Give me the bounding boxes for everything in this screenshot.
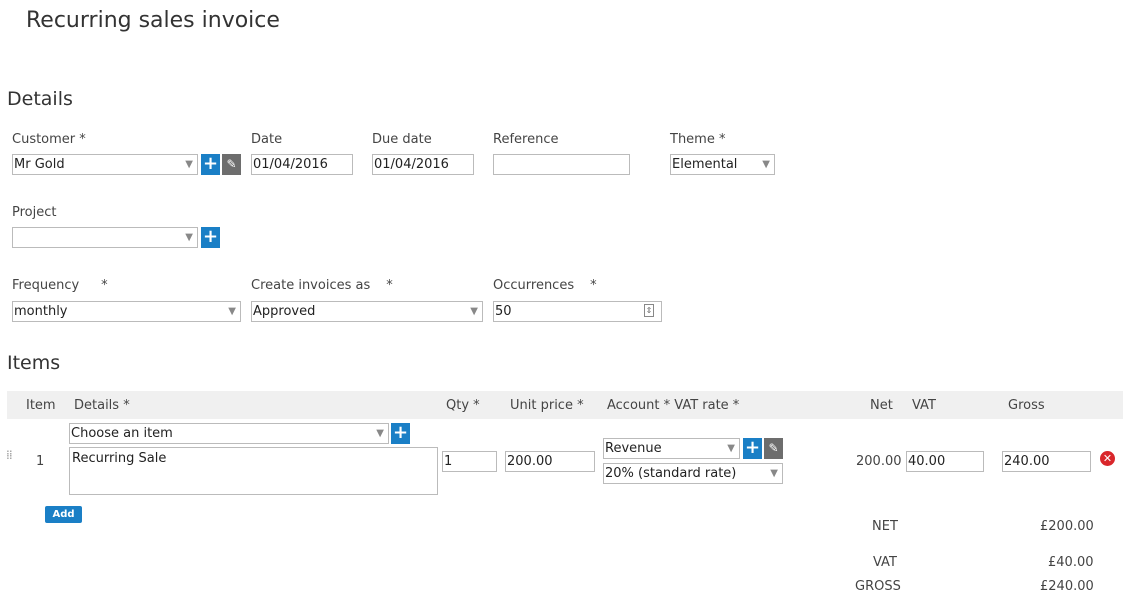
customer-value: Mr Gold — [14, 157, 65, 172]
spinner-icon[interactable]: ⇕ — [644, 304, 654, 317]
reference-label: Reference — [493, 132, 559, 147]
chevron-down-icon: ▼ — [185, 232, 193, 243]
chevron-down-icon: ▼ — [185, 159, 193, 170]
add-line-button[interactable]: Add — [45, 506, 82, 523]
vat-total-value: £40.00 — [1048, 555, 1094, 570]
item-select-value: Choose an item — [71, 426, 173, 441]
col-qty: Qty * — [446, 398, 480, 413]
theme-select[interactable]: Elemental ▼ — [670, 154, 775, 175]
edit-customer-button[interactable]: ✎ — [222, 154, 241, 175]
chevron-down-icon: ▼ — [762, 159, 770, 170]
date-field[interactable] — [251, 154, 353, 175]
add-item-button[interactable]: + — [391, 423, 410, 444]
item-description-field[interactable]: Recurring Sale — [69, 447, 438, 495]
vat-field[interactable] — [906, 451, 984, 472]
gross-total-label: GROSS — [855, 579, 901, 594]
remove-icon[interactable]: ✕ — [1100, 451, 1115, 466]
reference-field[interactable] — [493, 154, 630, 175]
net-total-value: £200.00 — [1040, 519, 1094, 534]
occurrences-field[interactable] — [493, 301, 662, 322]
plus-icon: + — [392, 422, 409, 443]
frequency-select[interactable]: monthly ▼ — [12, 301, 241, 322]
col-unit-price: Unit price * — [510, 398, 584, 413]
col-vat: VAT — [912, 398, 936, 413]
add-account-button[interactable]: + — [743, 438, 762, 459]
due-date-label: Due date — [372, 132, 432, 147]
items-heading: Items — [7, 352, 61, 374]
vat-total-label: VAT — [873, 555, 897, 570]
col-item: Item — [26, 398, 56, 413]
create-as-select[interactable]: Approved ▼ — [251, 301, 483, 322]
create-as-label: Create invoices as * — [251, 278, 393, 293]
account-select[interactable]: Revenue ▼ — [603, 438, 740, 459]
col-net: Net — [870, 398, 893, 413]
vat-rate-value: 20% (standard rate) — [605, 466, 737, 481]
row-number: 1 — [36, 454, 45, 469]
col-account-vat: Account * VAT rate * — [607, 398, 740, 413]
due-date-field[interactable] — [372, 154, 474, 175]
vat-rate-select[interactable]: 20% (standard rate) ▼ — [603, 463, 783, 484]
chevron-down-icon: ▼ — [727, 443, 735, 454]
chevron-down-icon: ▼ — [376, 428, 384, 439]
frequency-value: monthly — [14, 304, 68, 319]
theme-value: Elemental — [672, 157, 738, 172]
plus-icon: + — [202, 226, 219, 247]
gross-total-value: £240.00 — [1040, 579, 1094, 594]
project-label: Project — [12, 205, 57, 220]
customer-select[interactable]: Mr Gold ▼ — [12, 154, 198, 175]
col-gross: Gross — [1008, 398, 1045, 413]
unit-price-field[interactable] — [505, 451, 595, 472]
create-as-value: Approved — [253, 304, 316, 319]
item-select[interactable]: Choose an item ▼ — [69, 423, 389, 444]
pencil-icon: ✎ — [768, 441, 779, 455]
date-label: Date — [251, 132, 283, 147]
chevron-down-icon: ▼ — [770, 468, 778, 479]
row-net: 200.00 — [856, 454, 902, 469]
customer-label: Customer * — [12, 132, 86, 147]
plus-icon: + — [744, 437, 761, 458]
pencil-icon: ✎ — [226, 157, 237, 171]
add-project-button[interactable]: + — [201, 227, 220, 248]
col-details: Details * — [74, 398, 130, 413]
chevron-down-icon: ▼ — [470, 306, 478, 317]
page-title: Recurring sales invoice — [26, 8, 280, 33]
drag-handle-icon[interactable]: ⁞⁞ — [6, 449, 13, 461]
project-select[interactable]: ▼ — [12, 227, 198, 248]
chevron-down-icon: ▼ — [228, 306, 236, 317]
plus-icon: + — [202, 153, 219, 174]
occurrences-label: Occurrences * — [493, 278, 597, 293]
theme-label: Theme * — [670, 132, 726, 147]
net-total-label: NET — [872, 519, 898, 534]
account-value: Revenue — [605, 441, 662, 456]
edit-account-button[interactable]: ✎ — [764, 438, 783, 459]
gross-field[interactable] — [1002, 451, 1091, 472]
details-heading: Details — [7, 88, 73, 110]
add-customer-button[interactable]: + — [201, 154, 220, 175]
qty-field[interactable] — [442, 451, 497, 472]
frequency-label: Frequency * — [12, 278, 108, 293]
